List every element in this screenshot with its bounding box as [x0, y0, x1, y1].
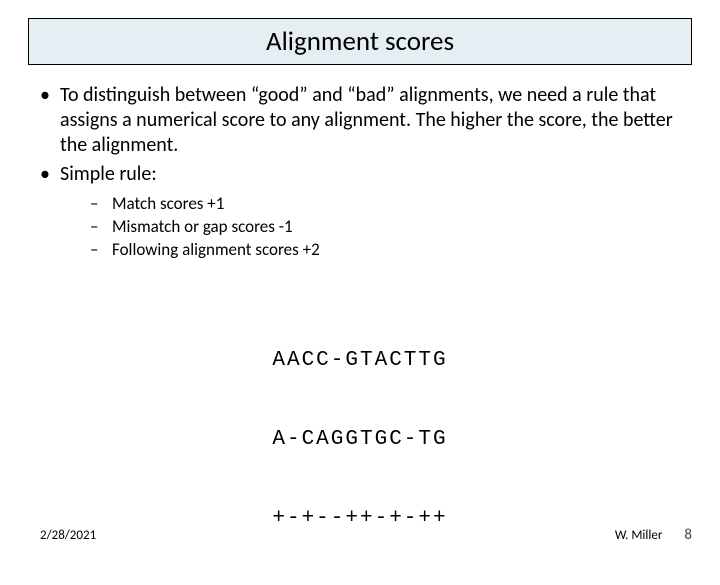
content-area: To distinguish between “good” and “bad” … — [38, 83, 682, 585]
footer-date: 2/28/2021 — [40, 528, 96, 543]
footer: 2/28/2021 W. Miller 8 — [0, 526, 720, 544]
alignment-row: A-CAGGTGC-TG — [38, 427, 682, 453]
sub-list: Match scores +1 Mismatch or gap scores -… — [60, 193, 682, 262]
list-item: Mismatch or gap scores -1 — [90, 216, 682, 239]
sub-bullet-text: Mismatch or gap scores -1 — [112, 216, 293, 237]
footer-author: W. Miller — [615, 528, 663, 543]
sub-bullet-text: Match scores +1 — [112, 193, 224, 214]
alignment-row: AACC-GTACTTG — [38, 348, 682, 374]
list-item: Simple rule: Match scores +1 Mismatch or… — [38, 162, 682, 262]
bullet-text: To distinguish between “good” and “bad” … — [60, 83, 673, 157]
main-list: To distinguish between “good” and “bad” … — [38, 83, 682, 262]
list-item: Match scores +1 — [90, 193, 682, 216]
bullet-text: Simple rule: — [60, 162, 157, 186]
list-item: To distinguish between “good” and “bad” … — [38, 83, 682, 158]
page-number: 8 — [684, 526, 692, 544]
list-item: Following alignment scores +2 — [90, 239, 682, 262]
sub-bullet-text: Following alignment scores +2 — [112, 239, 320, 260]
slide-title: Alignment scores — [266, 25, 454, 58]
footer-right: W. Miller 8 — [615, 526, 692, 544]
slide-title-box: Alignment scores — [28, 18, 692, 65]
